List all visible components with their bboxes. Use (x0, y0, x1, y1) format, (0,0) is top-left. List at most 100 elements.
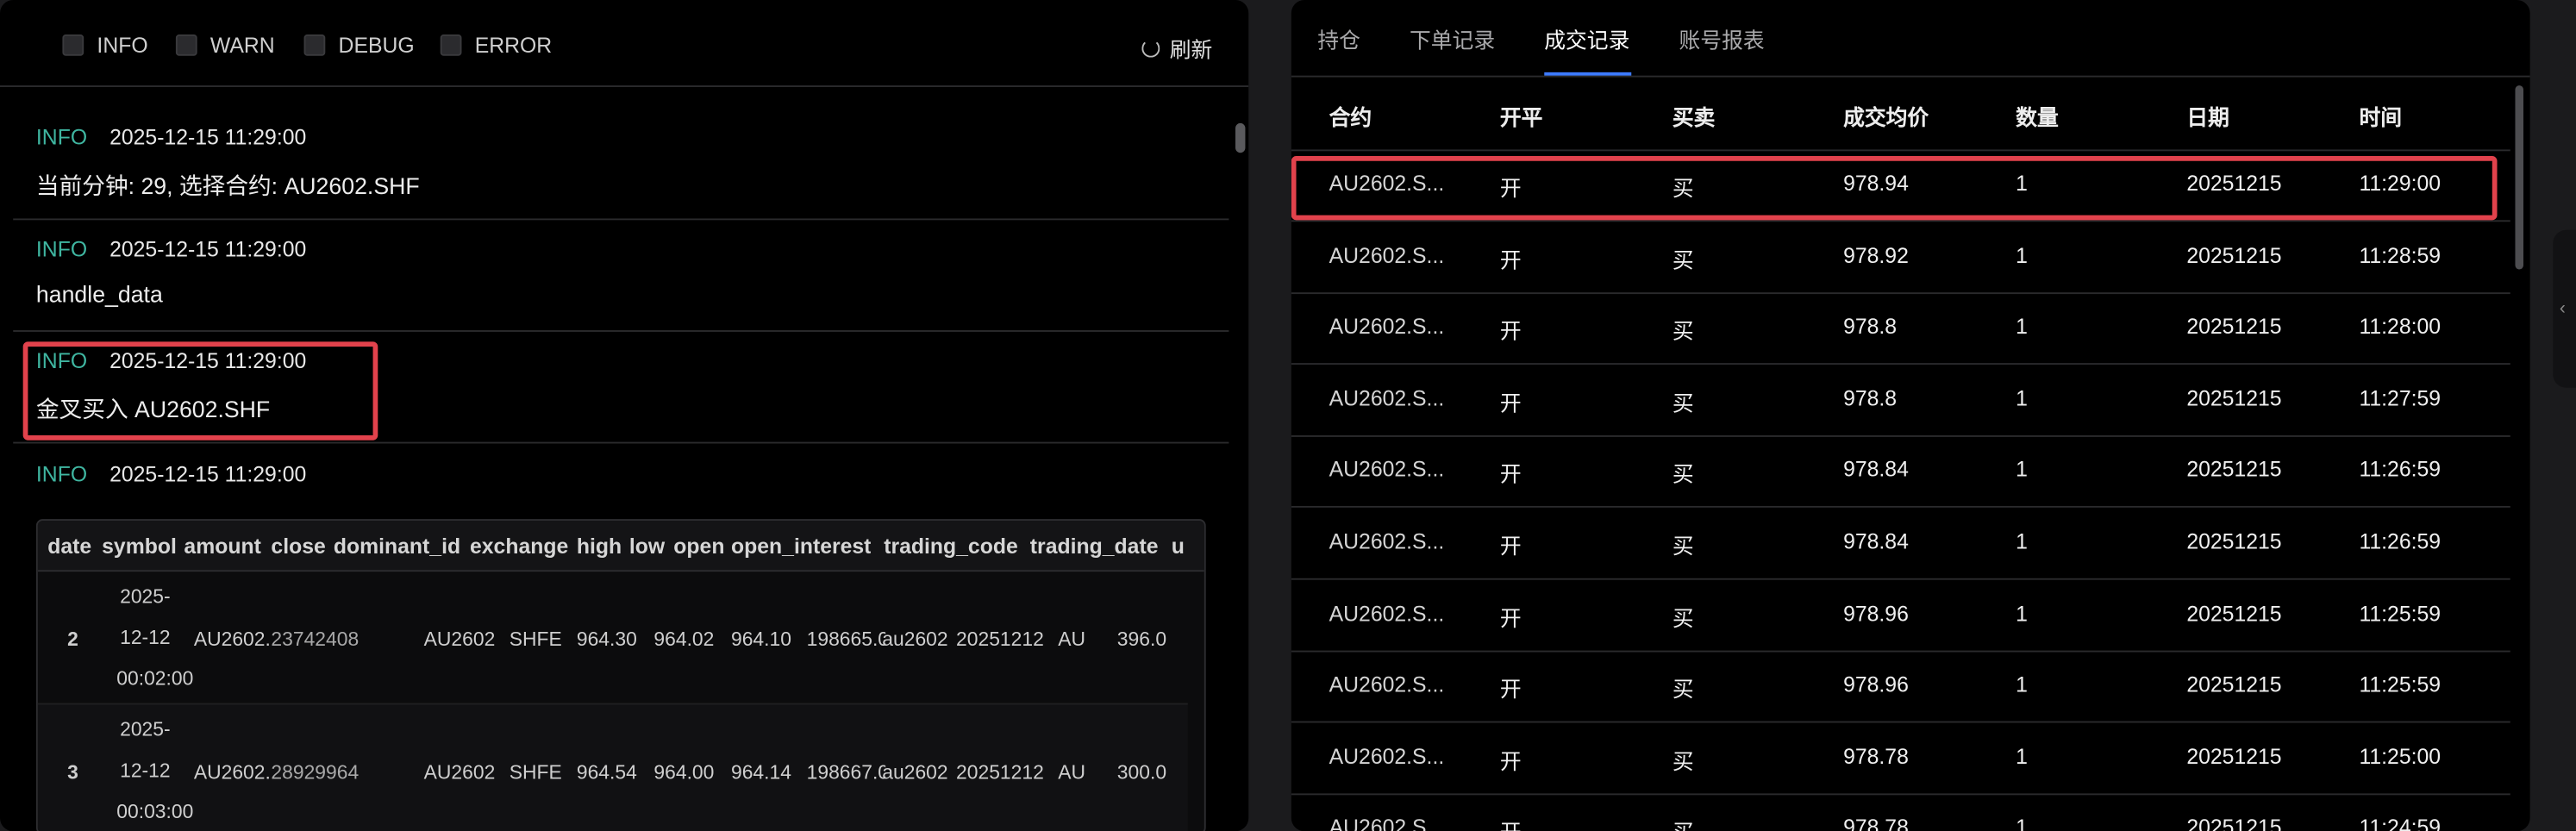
refresh-icon (1141, 39, 1160, 58)
cell-contract: AU2602.S... (1329, 743, 1445, 769)
filter-info-label: INFO (97, 33, 148, 58)
trade-row[interactable]: AU2602.S... 开 买 978.78 1 20251215 11:24:59 (1291, 794, 2510, 831)
cell-quantity: 1 (2016, 815, 2028, 831)
cell-open-close: 开 (1500, 815, 1522, 831)
filter-error-label: ERROR (474, 33, 553, 58)
cell-time: 11:28:00 (2359, 314, 2442, 339)
log-entry-header: INFO 2025-12-15 11:29:00 (36, 125, 306, 150)
highlight-box (22, 341, 378, 440)
cell-symbol: AU2602.SHF (193, 760, 270, 784)
trade-row[interactable]: AU2602.S... 开 买 978.84 1 20251215 11:26:59 (1291, 508, 2510, 580)
table-header-cell: exchange (470, 534, 569, 559)
column-header: 开平 (1499, 104, 1543, 130)
cell-contract: AU2602.S... (1329, 528, 1445, 554)
cell-contract: AU2602.S... (1329, 242, 1445, 267)
trade-row[interactable]: AU2602.S... 开 买 978.84 1 20251215 11:26:59 (1291, 436, 2510, 509)
cell-high: 964.54 (576, 760, 637, 784)
row-index: 2 (67, 627, 78, 651)
log-level: INFO (35, 236, 88, 261)
active-tab-indicator (1544, 72, 1632, 76)
cell-u: AU (1058, 760, 1085, 784)
log-data-table: date symbol amount close dominant_id exc… (35, 519, 1206, 831)
log-level: INFO (35, 124, 88, 150)
filter-warn[interactable]: WARN (175, 33, 275, 58)
cell-exchange: SHFE (509, 627, 562, 651)
table-header-cell: dominant_id (333, 534, 461, 559)
cell-side: 买 (1672, 748, 1694, 774)
table-header-cell: high (576, 534, 622, 559)
cell-open-close: 开 (1499, 605, 1522, 630)
cell-open-close: 开 (1499, 748, 1522, 774)
log-timestamp: 2025-12-15 11:29:00 (109, 124, 307, 150)
cell-amount: 23742408 (271, 627, 360, 651)
log-level: INFO (35, 461, 88, 487)
filter-debug[interactable]: DEBUG (303, 33, 415, 58)
tab-bar: 持仓 下单记录 成交记录 账号报表 (1291, 0, 2530, 78)
cell-symbol: AU2602.SHF (193, 627, 270, 651)
cell-avg-price: 978.8 (1843, 314, 1898, 339)
cell-side: 买 (1672, 534, 1694, 559)
filter-warn-checkbox[interactable] (175, 34, 197, 56)
trade-row[interactable]: AU2602.S... 开 买 978.78 1 20251215 11:25:00 (1291, 722, 2510, 795)
trade-row[interactable]: AU2602.S... 开 买 978.96 1 20251215 11:25:59 (1291, 579, 2510, 652)
log-scrollbar[interactable] (1235, 122, 1246, 153)
filter-error-checkbox[interactable] (440, 34, 462, 56)
cell-date: 20251215 (2186, 672, 2282, 697)
cell-date-line: 12-12 (120, 626, 171, 649)
column-header: 日期 (2186, 104, 2229, 130)
cell-side: 买 (1672, 605, 1694, 630)
cell-quantity: 1 (2016, 457, 2028, 483)
filter-debug-checkbox[interactable] (303, 34, 326, 56)
cell-quantity: 1 (2016, 743, 2028, 769)
log-entry-header: INFO 2025-12-15 11:29:00 (36, 461, 306, 486)
side-panel-toggle[interactable]: ‹ (2553, 229, 2576, 388)
cell-side: 买 (1672, 462, 1694, 487)
cell-value: 396.0 (1116, 627, 1167, 651)
cell-time: 11:26:59 (2359, 528, 2442, 554)
cell-open-close: 开 (1499, 247, 1522, 272)
row-index: 3 (67, 760, 78, 784)
tab-trades[interactable]: 成交记录 (1544, 23, 1629, 54)
table-header-cell: open (673, 534, 725, 559)
cell-date: 20251215 (2186, 743, 2282, 769)
chevron-left-icon: ‹ (2559, 298, 2566, 319)
cell-date: 20251215 (2186, 600, 2282, 626)
cell-contract: AU2602.S... (1329, 815, 1445, 831)
filter-info-checkbox[interactable] (62, 34, 84, 56)
trade-row[interactable]: AU2602.S... 开 买 978.8 1 20251215 11:28:00 (1291, 293, 2510, 366)
cell-low: 964.02 (653, 627, 715, 651)
trade-row[interactable]: AU2602.S... 开 买 978.96 1 20251215 11:25:59 (1291, 651, 2510, 723)
table-row: 3 2025- 12-12 00:03:00 AU2602.SHF 289299… (37, 704, 1188, 831)
cell-open-close: 开 (1499, 677, 1522, 703)
trade-row[interactable]: AU2602.S... 开 买 978.8 1 20251215 11:27:59 (1291, 365, 2510, 437)
cell-dominant-id: AU2602 (423, 760, 496, 784)
tab-orders[interactable]: 下单记录 (1410, 23, 1495, 54)
column-header: 数量 (2016, 104, 2059, 130)
tab-account-report[interactable]: 账号报表 (1679, 23, 1765, 54)
filter-info[interactable]: INFO (62, 33, 148, 58)
cell-avg-price: 978.92 (1843, 242, 1909, 267)
highlight-box (1291, 156, 2498, 221)
table-header-cell: symbol (102, 534, 177, 559)
cell-time: 11:24:59 (2359, 815, 2442, 831)
refresh-button[interactable]: 刷新 (1141, 33, 1212, 64)
table-header-cell: open_interest (730, 534, 872, 559)
cell-side: 买 (1672, 319, 1694, 344)
cell-open-interest: 198667.0 (806, 760, 886, 784)
cell-open-close: 开 (1499, 534, 1522, 559)
filter-error[interactable]: ERROR (440, 33, 553, 58)
trade-row[interactable]: AU2602.S... 开 买 978.92 1 20251215 11:28:59 (1291, 221, 2510, 294)
trade-table-header: 合约 开平 买卖 成交均价 数量 日期 时间 (1291, 78, 2510, 152)
cell-contract: AU2602.S... (1329, 672, 1445, 697)
table-header-cell: amount (184, 534, 261, 559)
log-entry-header: INFO 2025-12-15 11:29:00 (36, 236, 306, 261)
cell-open-interest: 198665.0 (806, 627, 886, 651)
table-row: 2 2025- 12-12 00:02:00 AU2602.SHF 237424… (37, 572, 1188, 705)
cell-amount: 28929964 (271, 760, 360, 784)
log-panel: INFO WARN DEBUG ERROR 刷新 INFO 2025-12-15… (0, 0, 1249, 831)
tab-positions[interactable]: 持仓 (1317, 23, 1360, 54)
cell-date: 20251215 (2186, 314, 2282, 339)
cell-date-line: 2025- (120, 584, 171, 609)
trade-scrollbar[interactable] (2515, 85, 2524, 270)
table-header-cell: close (271, 534, 326, 559)
